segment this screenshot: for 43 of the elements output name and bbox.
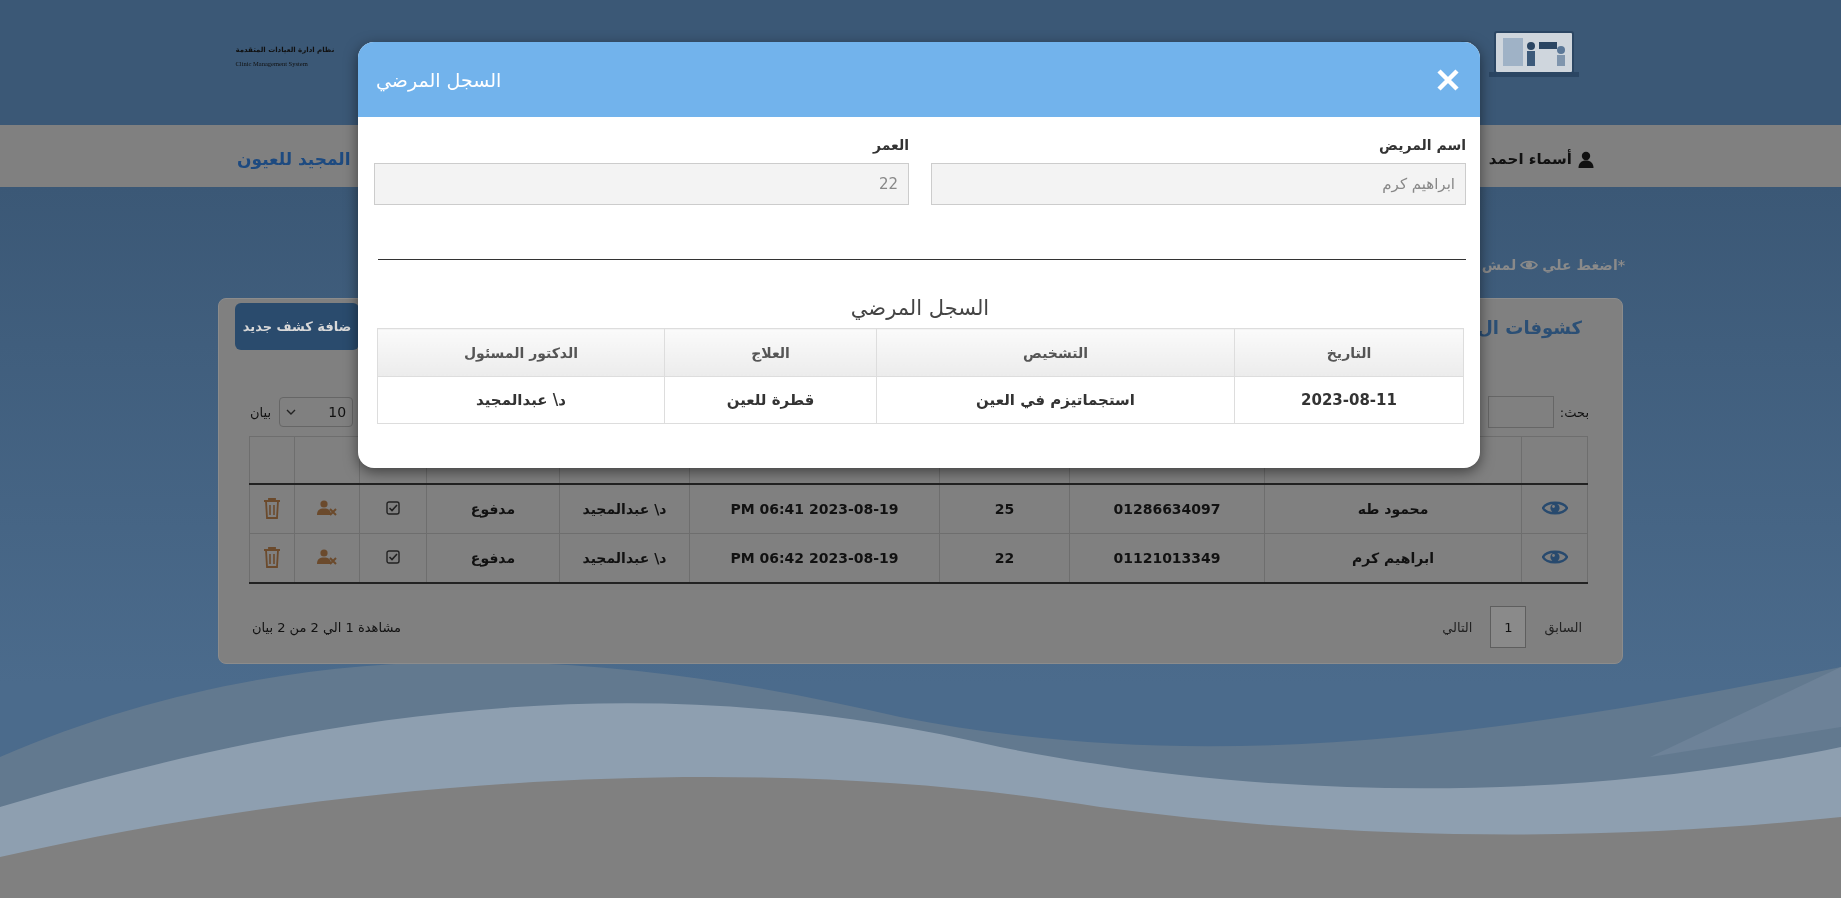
- table-cell: 01286634097: [1069, 484, 1265, 534]
- table-cell: قطرة للعين: [664, 376, 877, 424]
- search-label: بحث:: [1559, 404, 1589, 420]
- field-label: العمر: [871, 137, 909, 153]
- field-label: اسم المريض: [1378, 137, 1466, 153]
- table-cell: د\ عبدالمجيد: [377, 376, 665, 424]
- table-cell: استجماتيزم في العين: [876, 376, 1235, 424]
- table-cell: د\ عبدالمجيد: [559, 484, 690, 534]
- search-field[interactable]: [1487, 396, 1554, 428]
- dialog-title: السجل المرضي: [376, 68, 502, 91]
- user-icon: [1578, 150, 1594, 168]
- table-cell: 25: [939, 484, 1070, 534]
- table-info: مشاهدة 1 الي 2 من 2 بيان: [252, 619, 401, 635]
- eye-icon: [1520, 259, 1539, 271]
- check-square-icon: [386, 500, 400, 515]
- table-cell: 2023-08-11: [1234, 376, 1464, 424]
- column-header: التشخيص: [876, 328, 1235, 377]
- page-size-label: بيان: [250, 404, 272, 420]
- column-header: الدكتور المسئول: [377, 328, 665, 377]
- chevron-icon: [286, 409, 297, 415]
- user-remove-icon: [317, 499, 337, 516]
- table-cell: محمود طه: [1264, 484, 1522, 534]
- page-number-button[interactable]: 1: [1490, 606, 1527, 648]
- clinic-name: المجيد للعيون: [237, 148, 351, 169]
- column-header: التاريخ: [1234, 328, 1464, 377]
- trash-icon: [263, 545, 281, 568]
- hint-text: *اضغط علي: [1542, 257, 1625, 273]
- user-remove-icon: [317, 548, 337, 565]
- trash-icon: [263, 496, 281, 519]
- card-title: كشوفات ال: [1477, 317, 1582, 338]
- check-square-icon: [386, 549, 400, 564]
- table-cell: مدفوع: [426, 484, 560, 534]
- close-button[interactable]: [1436, 67, 1460, 92]
- next-page-button[interactable]: التالي: [1436, 619, 1479, 635]
- column-header: العلاج: [664, 328, 877, 377]
- section-title: السجل المرضي: [849, 296, 991, 320]
- close-icon: [1436, 67, 1460, 92]
- table-cell: 2023-08-19 06:41 PM: [689, 484, 940, 534]
- add-visit-button[interactable]: ضافة كشف جديد: [235, 303, 359, 350]
- previous-page-button[interactable]: السابق: [1538, 619, 1588, 635]
- user-name: أسماء احمد: [1488, 150, 1572, 168]
- hint-text: لمش: [1481, 257, 1517, 273]
- page-size-select[interactable]: 10: [279, 397, 354, 427]
